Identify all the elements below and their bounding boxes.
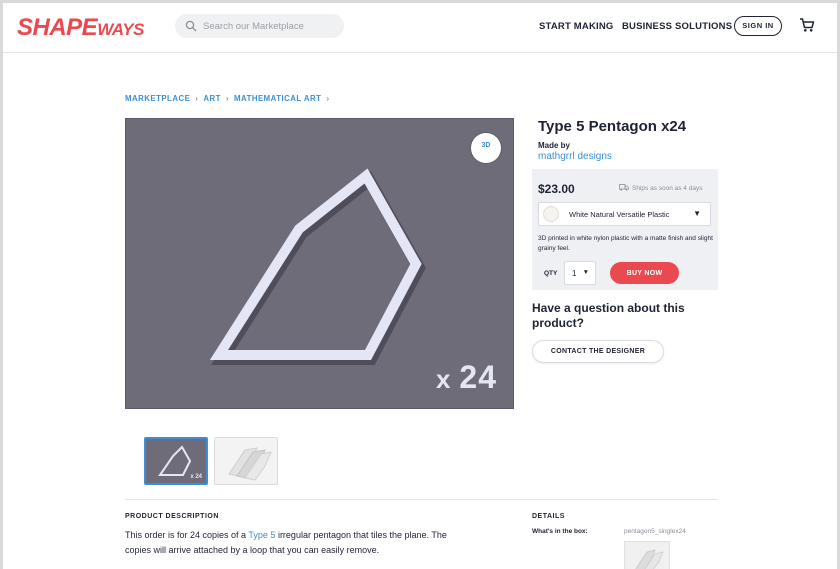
view-3d-label: 3D <box>481 142 491 149</box>
material-select[interactable]: White Natural Versatile Plastic ▼ <box>538 202 711 226</box>
chevron-right-icon: › <box>326 94 330 103</box>
quantity-select[interactable]: 1 ▼ <box>564 261 596 285</box>
details-heading: DETAILS <box>532 513 565 520</box>
box-file-thumbnail[interactable] <box>624 541 670 569</box>
breadcrumb-art[interactable]: ART <box>203 94 221 103</box>
chevron-right-icon: › <box>195 94 199 103</box>
qty-label: QTY <box>544 270 558 277</box>
buy-now-button[interactable]: BUY NOW <box>610 262 679 284</box>
dropdown-arrow-icon: ▼ <box>582 269 589 276</box>
multiplier-count: 24 <box>459 359 497 395</box>
view-3d-button[interactable]: 3D <box>471 133 501 163</box>
product-description-heading: PRODUCT DESCRIPTION <box>125 513 219 520</box>
dropdown-arrow-icon: ▼ <box>693 209 701 218</box>
question-heading: Have a question about this product? <box>532 301 685 330</box>
box-file-name[interactable]: pentagon5_singlex24 <box>624 528 686 535</box>
product-image[interactable]: 3D x 24 <box>125 118 514 409</box>
nav-business-solutions[interactable]: BUSINESS SOLUTIONS <box>622 21 732 32</box>
breadcrumb-mathematical-art[interactable]: MATHEMATICAL ART <box>234 94 321 103</box>
thumb-multiplier: x 24 <box>190 474 202 480</box>
price: $23.00 <box>538 182 575 196</box>
thumbnail-2[interactable] <box>214 437 278 485</box>
designer-link[interactable]: mathgrrl designs <box>538 151 612 162</box>
chevron-right-icon: › <box>225 94 230 103</box>
stacked-pentagons-mini-render <box>635 549 664 569</box>
material-description: 3D printed in white nylon plastic with a… <box>538 235 713 252</box>
section-divider <box>125 499 718 500</box>
search-bar[interactable] <box>175 14 344 38</box>
whats-in-box-label: What's in the box: <box>532 528 588 535</box>
product-description-text: This order is for 24 copies of a Type 5 … <box>125 528 475 558</box>
material-name: White Natural Versatile Plastic <box>569 210 670 219</box>
description-text-start: This order is for 24 copies of a <box>125 530 249 540</box>
cart-icon[interactable] <box>799 17 815 33</box>
multiplier-label: x 24 <box>436 359 497 396</box>
multiplier-x: x <box>435 364 452 394</box>
search-icon <box>185 20 197 32</box>
thumbnail-1[interactable]: x 24 <box>144 437 208 485</box>
logo-sub-text: WAYS <box>97 20 144 39</box>
nav-start-making[interactable]: START MAKING <box>539 21 614 32</box>
product-title: Type 5 Pentagon x24 <box>538 118 687 135</box>
page-frame: SHAPEWAYS START MAKING BUSINESS SOLUTION… <box>3 3 837 569</box>
shipping-text: Ships as soon as 4 days <box>632 185 703 192</box>
search-input[interactable] <box>203 14 339 38</box>
type5-link[interactable]: Type 5 <box>248 530 275 540</box>
logo-main-text: SHAPE <box>17 14 98 41</box>
material-swatch <box>543 206 559 222</box>
breadcrumb: MARKETPLACE › ART › MATHEMATICAL ART › <box>125 94 335 103</box>
buy-box: $23.00 Ships as soon as 4 days White Nat… <box>532 169 718 290</box>
made-by-label: Made by <box>538 141 571 150</box>
shapeways-logo[interactable]: SHAPEWAYS <box>17 14 144 42</box>
contact-designer-button[interactable]: CONTACT THE DESIGNER <box>532 340 664 363</box>
breadcrumb-marketplace[interactable]: MARKETPLACE <box>125 94 190 103</box>
site-header: SHAPEWAYS START MAKING BUSINESS SOLUTION… <box>3 3 837 53</box>
stacked-pentagons-render <box>228 447 272 481</box>
sign-in-button[interactable]: SIGN IN <box>734 16 782 36</box>
shipping-info: Ships as soon as 4 days <box>619 184 702 192</box>
quantity-value: 1 <box>572 269 577 278</box>
truck-icon <box>619 184 629 191</box>
